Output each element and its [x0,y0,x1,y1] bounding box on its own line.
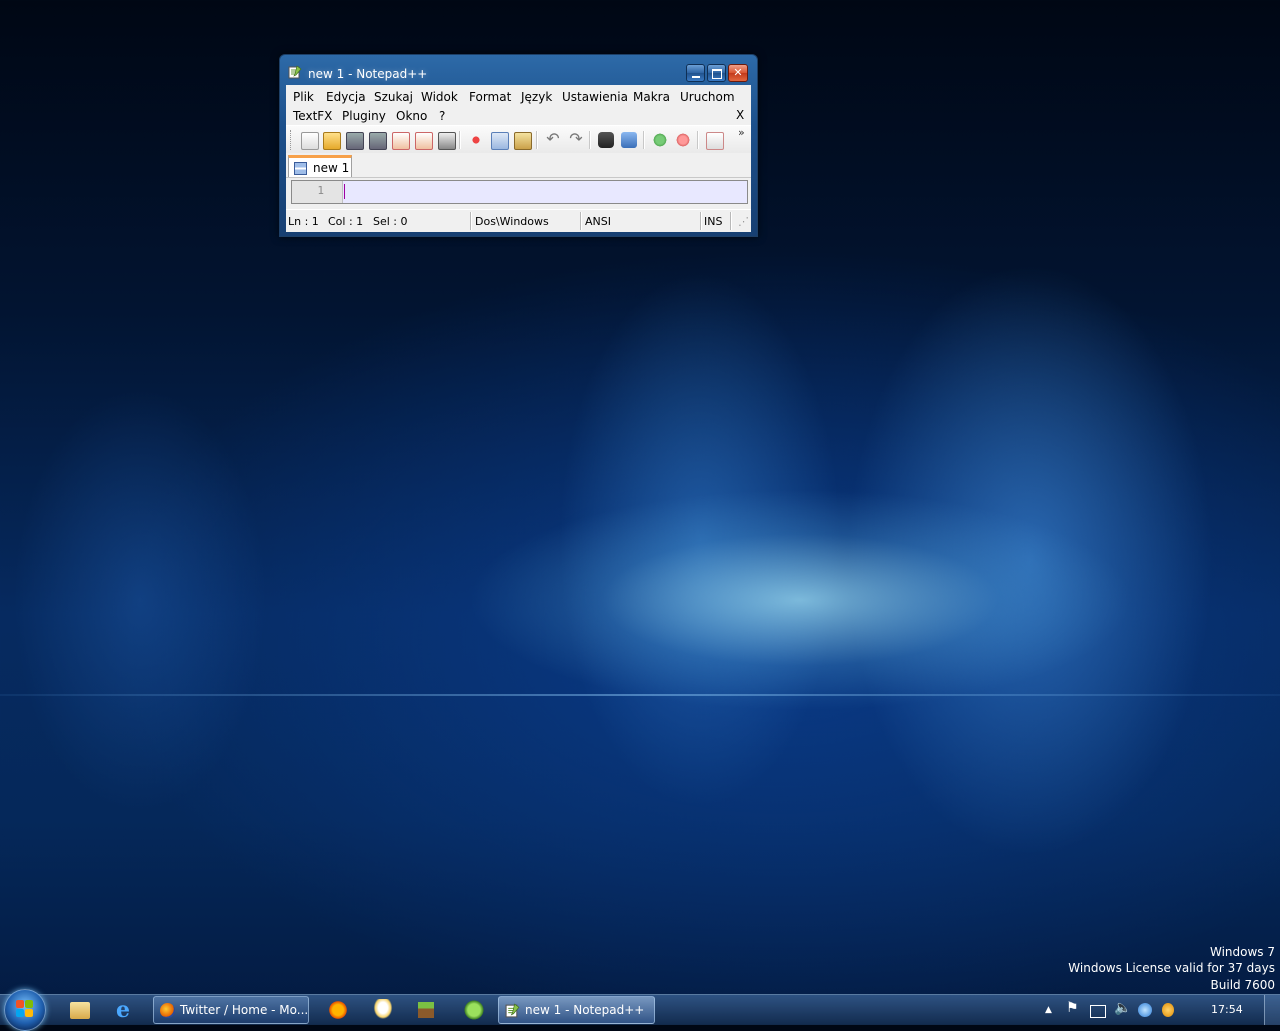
status-separator [700,212,702,230]
zoom-in-icon[interactable] [652,132,668,148]
toolbar-separator [643,131,645,149]
sync-scroll-icon[interactable] [706,132,724,150]
close-file-icon[interactable] [392,132,410,150]
frog-app-icon[interactable] [463,999,485,1021]
clock[interactable]: 17:54 [1211,1003,1243,1016]
watermark-os-name: Windows 7 [1209,945,1275,959]
menu-okno[interactable]: Okno [396,109,427,123]
maximize-button[interactable] [707,64,726,82]
close-button[interactable]: ✕ [728,64,748,82]
status-line: Ln : 1 [288,215,319,228]
saved-file-icon [294,162,307,175]
task-firefox-twitter[interactable]: Twitter / Home - Mo... [153,996,309,1024]
app-tray-icon[interactable] [1162,1003,1174,1017]
notepad-plus-plus-icon [288,65,302,79]
notepad-plus-plus-icon [505,1003,520,1018]
action-center-flag-icon[interactable]: ⚑ [1066,1000,1079,1016]
menu-textfx[interactable]: TextFX [293,109,332,123]
text-caret [344,184,345,199]
status-bar: Ln : 1 Col : 1 Sel : 0 Dos\Windows ANSI … [286,209,751,232]
open-file-icon[interactable] [323,132,341,150]
maximize-icon [711,69,722,79]
save-all-icon[interactable] [369,132,387,150]
menu-pluginy[interactable]: Pluginy [342,109,386,123]
status-insert-mode: INS [704,215,723,228]
toolbar-separator [589,131,591,149]
tab-label: new 1 [313,161,350,175]
status-separator [730,212,732,230]
cut-icon[interactable] [468,132,484,148]
document-tab-bar: new 1 [286,153,751,178]
toolbar-grip[interactable] [290,130,294,150]
redo-icon[interactable]: ↷ [568,131,584,148]
status-separator [580,212,582,230]
menu-ustawienia[interactable]: Ustawienia [562,90,628,104]
find-icon[interactable] [598,132,614,148]
paste-icon[interactable] [514,132,532,150]
task-notepad-plus-plus[interactable]: new 1 - Notepad++ [498,996,655,1024]
status-column: Col : 1 [328,215,364,228]
toolbar-separator [459,131,461,149]
editor-area[interactable]: 1 [291,180,748,204]
menu-edycja[interactable]: Edycja [326,90,366,104]
menu-widok[interactable]: Widok [421,90,458,104]
firefox-icon [160,1003,175,1018]
print-icon[interactable] [438,132,456,150]
new-file-icon[interactable] [301,132,319,150]
undo-icon[interactable]: ↶ [545,131,561,148]
toolbar-separator [536,131,538,149]
start-button[interactable] [4,989,46,1031]
toolbar: ↶ ↷ » [286,125,751,154]
resize-grip-icon[interactable]: ⋰ [738,215,749,228]
network-icon[interactable] [1090,1005,1106,1018]
taskbar: e Twitter / Home - Mo... new 1 - Notepad… [0,989,1280,1031]
watermark-build: Build 7600 [1210,978,1275,992]
status-separator [470,212,472,230]
notepad-plus-plus-window[interactable]: new 1 - Notepad++ ✕ Plik Edycja Szukaj W… [279,54,758,237]
windows-logo-icon [16,1000,34,1018]
tray-expand-icon[interactable]: ▲ [1045,1005,1052,1015]
status-eol-format: Dos\Windows [475,215,549,228]
window-title: new 1 - Notepad++ [308,67,428,81]
line-number: 1 [317,184,324,197]
menu-makra[interactable]: Makra [633,90,670,104]
volume-icon[interactable]: 🔈 [1114,1000,1131,1016]
replace-icon[interactable] [621,132,637,148]
zoom-out-icon[interactable] [675,132,691,148]
watermark-license: Windows License valid for 37 days [1068,961,1275,975]
internet-explorer-icon[interactable]: e [116,999,138,1021]
menu-plik[interactable]: Plik [293,90,314,104]
line-number-gutter: 1 [292,181,343,203]
close-icon: ✕ [733,66,743,79]
tab-new-1[interactable]: new 1 [288,155,352,177]
toolbar-separator [697,131,699,149]
menu-jezyk[interactable]: Język [521,90,552,104]
minimize-icon [691,76,700,78]
explorer-icon[interactable] [70,1002,90,1019]
sun-app-icon[interactable] [327,999,349,1021]
save-icon[interactable] [346,132,364,150]
minimize-button[interactable] [686,64,705,82]
show-desktop-button[interactable] [1264,995,1280,1025]
window-client-area: Plik Edycja Szukaj Widok Format Język Us… [286,85,751,232]
close-document-button[interactable]: X [736,108,744,122]
minecraft-icon[interactable] [418,1002,434,1018]
task-label: new 1 - Notepad++ [525,1003,645,1017]
menu-uruchom[interactable]: Uruchom [680,90,735,104]
feather-app-icon[interactable] [372,999,394,1021]
toolbar-overflow-chevron-icon[interactable]: » [738,126,745,139]
menu-szukaj[interactable]: Szukaj [374,90,413,104]
menu-format[interactable]: Format [469,90,511,104]
copy-icon[interactable] [491,132,509,150]
task-label: Twitter / Home - Mo... [180,1003,309,1017]
window-titlebar[interactable]: new 1 - Notepad++ ✕ [280,55,757,85]
status-selection: Sel : 0 [373,215,408,228]
status-encoding: ANSI [585,215,611,228]
menu-help[interactable]: ? [439,109,445,123]
search-app-icon[interactable] [1138,1003,1152,1017]
close-all-icon[interactable] [415,132,433,150]
wallpaper-horizon [0,694,1280,696]
menu-bar: Plik Edycja Szukaj Widok Format Język Us… [286,85,751,125]
